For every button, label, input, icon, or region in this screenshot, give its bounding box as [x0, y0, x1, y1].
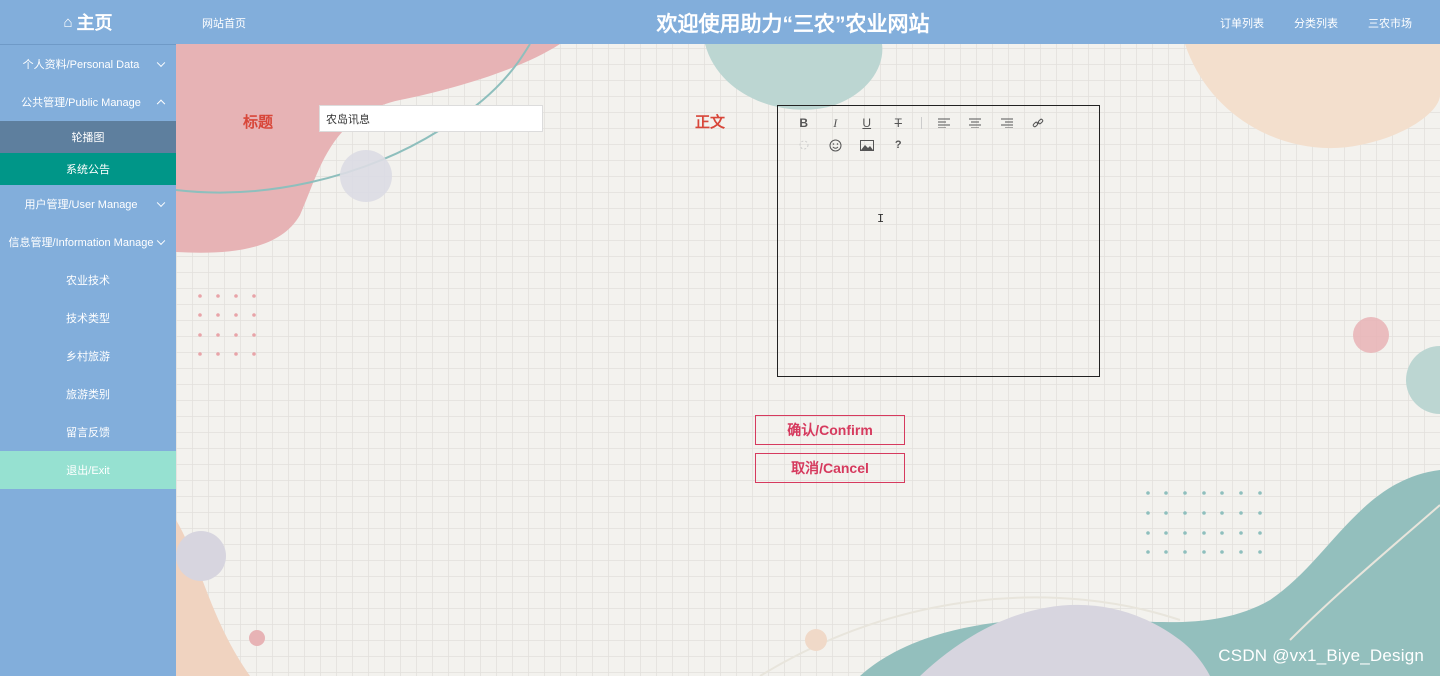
- title-input[interactable]: [319, 105, 543, 132]
- top-links: 订单列表 分类列表 三农市场: [1220, 15, 1412, 31]
- italic-icon[interactable]: I: [820, 112, 852, 134]
- sidebar-sub-tech-type[interactable]: 技术类型: [0, 299, 176, 337]
- sidebar-sub-announcement[interactable]: 系统公告: [0, 153, 176, 185]
- top-header: ⌂ 主页 网站首页 欢迎使用助力“三农”农业网站 订单列表 分类列表 三农市场: [0, 0, 1440, 44]
- title-label: 标题: [243, 114, 274, 131]
- unlink-icon[interactable]: [788, 134, 820, 156]
- strikethrough-icon[interactable]: T: [883, 112, 915, 134]
- sidebar-exit[interactable]: 退出/Exit: [0, 451, 176, 489]
- help-icon[interactable]: ?: [883, 134, 915, 156]
- align-left-icon[interactable]: [928, 112, 960, 134]
- sidebar-item-label: 信息管理/Information Manage: [8, 237, 154, 249]
- align-right-icon[interactable]: [991, 112, 1023, 134]
- emoji-icon[interactable]: [820, 134, 852, 156]
- sidebar-item-user[interactable]: 用户管理/User Manage: [0, 185, 176, 223]
- rich-text-editor[interactable]: B I U T ? I: [777, 105, 1100, 377]
- category-list-link[interactable]: 分类列表: [1294, 15, 1338, 31]
- watermark: CSDN @vx1_Biye_Design: [1218, 646, 1424, 665]
- confirm-button[interactable]: 确认/Confirm: [755, 415, 905, 445]
- sidebar-item-info[interactable]: 信息管理/Information Manage: [0, 223, 176, 261]
- sidebar-item-label: 公共管理/Public Manage: [21, 97, 141, 109]
- sidebar-sub-travel-category[interactable]: 旅游类别: [0, 375, 176, 413]
- chevron-down-icon: [156, 58, 166, 68]
- sidebar-item-personal[interactable]: 个人资料/Personal Data: [0, 45, 176, 83]
- toolbar-divider: [920, 112, 922, 134]
- sidebar-sub-feedback[interactable]: 留言反馈: [0, 413, 176, 451]
- market-link[interactable]: 三农市场: [1368, 15, 1412, 31]
- sidebar-sub-rural-travel[interactable]: 乡村旅游: [0, 337, 176, 375]
- sidebar-sub-agri-tech[interactable]: 农业技术: [0, 261, 176, 299]
- editor-toolbar: B I U T ?: [778, 106, 1078, 156]
- chevron-down-icon: [156, 198, 166, 208]
- sidebar-item-label: 用户管理/User Manage: [24, 199, 138, 211]
- sidebar-item-label: 个人资料/Personal Data: [22, 59, 140, 71]
- underline-icon[interactable]: U: [851, 112, 883, 134]
- bold-icon[interactable]: B: [788, 112, 820, 134]
- background-decoration: [175, 43, 1440, 676]
- chevron-up-icon: [156, 99, 166, 109]
- align-center-icon[interactable]: [960, 112, 992, 134]
- link-icon[interactable]: [1023, 112, 1055, 134]
- chevron-down-icon: [156, 236, 166, 246]
- text-cursor-icon: I: [877, 212, 885, 226]
- sidebar: 个人资料/Personal Data 公共管理/Public Manage 轮播…: [0, 44, 176, 676]
- image-icon[interactable]: [851, 134, 883, 156]
- sidebar-item-public[interactable]: 公共管理/Public Manage: [0, 83, 176, 121]
- cancel-button[interactable]: 取消/Cancel: [755, 453, 905, 483]
- order-list-link[interactable]: 订单列表: [1220, 15, 1264, 31]
- body-label: 正文: [695, 114, 726, 131]
- sidebar-sub-carousel[interactable]: 轮播图: [0, 121, 176, 153]
